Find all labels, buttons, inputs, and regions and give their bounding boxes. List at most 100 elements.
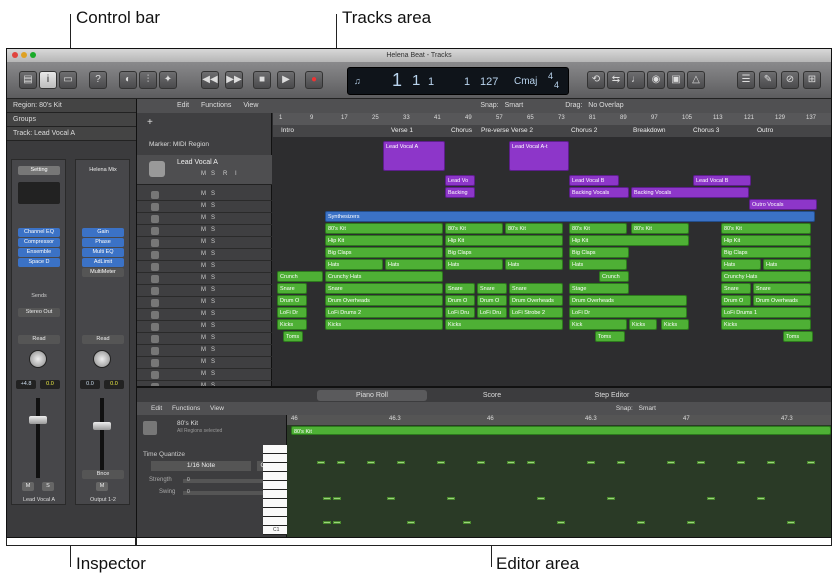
solo-track-button[interactable]: S bbox=[211, 371, 215, 377]
midi-note[interactable] bbox=[707, 497, 715, 500]
drag-select[interactable]: No Overlap bbox=[588, 102, 623, 109]
region[interactable]: Drum O bbox=[721, 295, 751, 306]
send-space-d[interactable]: Space D bbox=[18, 258, 60, 267]
mute-track-button[interactable]: M bbox=[201, 263, 206, 269]
region[interactable]: Snare bbox=[721, 283, 751, 294]
replace-button[interactable]: ⟲ bbox=[587, 71, 605, 89]
region[interactable]: 80's Kit bbox=[445, 223, 503, 234]
region[interactable]: Snare bbox=[325, 283, 443, 294]
region[interactable]: Kicks bbox=[629, 319, 657, 330]
marker[interactable]: Intro bbox=[281, 127, 294, 134]
swing-slider[interactable] bbox=[183, 491, 263, 495]
automation-read-2[interactable]: Read bbox=[82, 335, 124, 344]
track-header-lead-vocal[interactable]: Lead Vocal A M S R I bbox=[137, 155, 272, 185]
region[interactable]: Backing Vocals bbox=[569, 187, 629, 198]
midi-note[interactable] bbox=[767, 461, 775, 464]
midi-note[interactable] bbox=[587, 461, 595, 464]
marker[interactable]: Chorus 2 bbox=[571, 127, 597, 134]
quick-help-button[interactable]: ? bbox=[89, 71, 107, 89]
track-header[interactable]: MS bbox=[137, 237, 272, 249]
forward-button[interactable]: ▶▶ bbox=[225, 71, 243, 89]
midi-note[interactable] bbox=[397, 461, 405, 464]
editor-snap-select[interactable]: Smart bbox=[639, 405, 656, 412]
tuner-button[interactable]: ♩ bbox=[627, 71, 645, 89]
region[interactable]: Snare bbox=[509, 283, 563, 294]
mute-track-button[interactable]: M bbox=[201, 287, 206, 293]
region[interactable]: 80's Kit bbox=[325, 223, 443, 234]
region[interactable]: Toms bbox=[283, 331, 303, 342]
solo-track-button[interactable]: S bbox=[211, 191, 215, 197]
solo-track-button[interactable]: S bbox=[211, 359, 215, 365]
count-in-button[interactable]: ▣ bbox=[667, 71, 685, 89]
track-header[interactable]: MS bbox=[137, 213, 272, 225]
region[interactable]: LoFi Dru bbox=[477, 307, 507, 318]
region[interactable]: Kicks bbox=[277, 319, 307, 330]
marker[interactable]: Verse 1 bbox=[391, 127, 413, 134]
midi-note[interactable] bbox=[507, 461, 515, 464]
loop-browser-button[interactable]: ⊘ bbox=[781, 71, 799, 89]
region[interactable]: Big Claps bbox=[569, 247, 629, 258]
record-track-button[interactable]: R bbox=[223, 171, 227, 177]
solo-track-button[interactable]: S bbox=[211, 335, 215, 341]
tracks-edit-menu[interactable]: Edit bbox=[177, 102, 189, 109]
midi-note[interactable] bbox=[697, 461, 705, 464]
midi-note[interactable] bbox=[323, 521, 331, 524]
track-header[interactable]: MS bbox=[137, 189, 272, 201]
solo-track-button[interactable]: S bbox=[211, 251, 215, 257]
region[interactable]: Stage bbox=[569, 283, 629, 294]
mute-track-button[interactable]: M bbox=[201, 171, 206, 177]
piano-keyboard[interactable] bbox=[263, 445, 287, 535]
region[interactable]: Crunch bbox=[277, 271, 323, 282]
region[interactable]: LoFi Strobe 2 bbox=[509, 307, 563, 318]
region[interactable]: Drum O bbox=[277, 295, 307, 306]
record-button[interactable]: ● bbox=[305, 71, 323, 89]
region[interactable]: Kicks bbox=[325, 319, 443, 330]
mute-track-button[interactable]: M bbox=[201, 299, 206, 305]
track-header[interactable]: MS bbox=[137, 333, 272, 345]
inspector-button[interactable]: i bbox=[39, 71, 57, 89]
marker[interactable]: Pre-verse bbox=[481, 127, 509, 134]
region[interactable]: Snare bbox=[277, 283, 307, 294]
rewind-button[interactable]: ◀◀ bbox=[201, 71, 219, 89]
quantize-select[interactable]: 1/16 Note bbox=[151, 461, 251, 471]
midi-note[interactable] bbox=[687, 521, 695, 524]
midi-note[interactable] bbox=[757, 497, 765, 500]
region[interactable]: Toms bbox=[595, 331, 625, 342]
plugin-adlimit[interactable]: AdLimit bbox=[82, 258, 124, 267]
region[interactable]: Big Claps bbox=[445, 247, 563, 258]
mute-track-button[interactable]: M bbox=[201, 239, 206, 245]
region[interactable]: Hats bbox=[763, 259, 811, 270]
marker[interactable]: Verse 2 bbox=[511, 127, 533, 134]
region[interactable]: Snare bbox=[445, 283, 475, 294]
region[interactable]: Lead Vocal B bbox=[569, 175, 619, 186]
region[interactable]: Kick bbox=[569, 319, 627, 330]
mute-track-button[interactable]: M bbox=[201, 335, 206, 341]
track-header[interactable]: MS bbox=[137, 285, 272, 297]
midi-note[interactable] bbox=[337, 461, 345, 464]
track-header[interactable]: MS bbox=[137, 297, 272, 309]
marker[interactable]: Chorus bbox=[451, 127, 472, 134]
region[interactable]: Hip Kit bbox=[721, 235, 811, 246]
track-header[interactable]: MS bbox=[137, 225, 272, 237]
solo-track-button[interactable]: S bbox=[211, 215, 215, 221]
marker[interactable]: Outro bbox=[757, 127, 773, 134]
mute-button-2[interactable]: M bbox=[96, 482, 108, 491]
region[interactable]: Kicks bbox=[721, 319, 811, 330]
region[interactable]: Lead Vocal B bbox=[693, 175, 751, 186]
midi-note[interactable] bbox=[737, 461, 745, 464]
marker-track[interactable]: Intro Verse 1 Chorus Pre-verse Verse 2 Chorus… bbox=[273, 125, 831, 137]
mute-track-button[interactable]: M bbox=[201, 323, 206, 329]
output-button[interactable]: Stereo Out bbox=[18, 308, 60, 317]
plugin-multi-eq[interactable]: Multi EQ bbox=[82, 248, 124, 257]
mute-track-button[interactable]: M bbox=[201, 227, 206, 233]
region[interactable]: Snare bbox=[753, 283, 811, 294]
midi-note[interactable] bbox=[387, 497, 395, 500]
tracks-view-menu[interactable]: View bbox=[243, 102, 258, 109]
track-header[interactable]: MS bbox=[137, 321, 272, 333]
mute-track-button[interactable]: M bbox=[201, 203, 206, 209]
midi-note[interactable] bbox=[323, 497, 331, 500]
tracks-functions-menu[interactable]: Functions bbox=[201, 102, 231, 109]
region[interactable]: 80's Kit bbox=[631, 223, 689, 234]
track-header[interactable]: MS bbox=[137, 309, 272, 321]
editors-button[interactable]: ✦ bbox=[159, 71, 177, 89]
